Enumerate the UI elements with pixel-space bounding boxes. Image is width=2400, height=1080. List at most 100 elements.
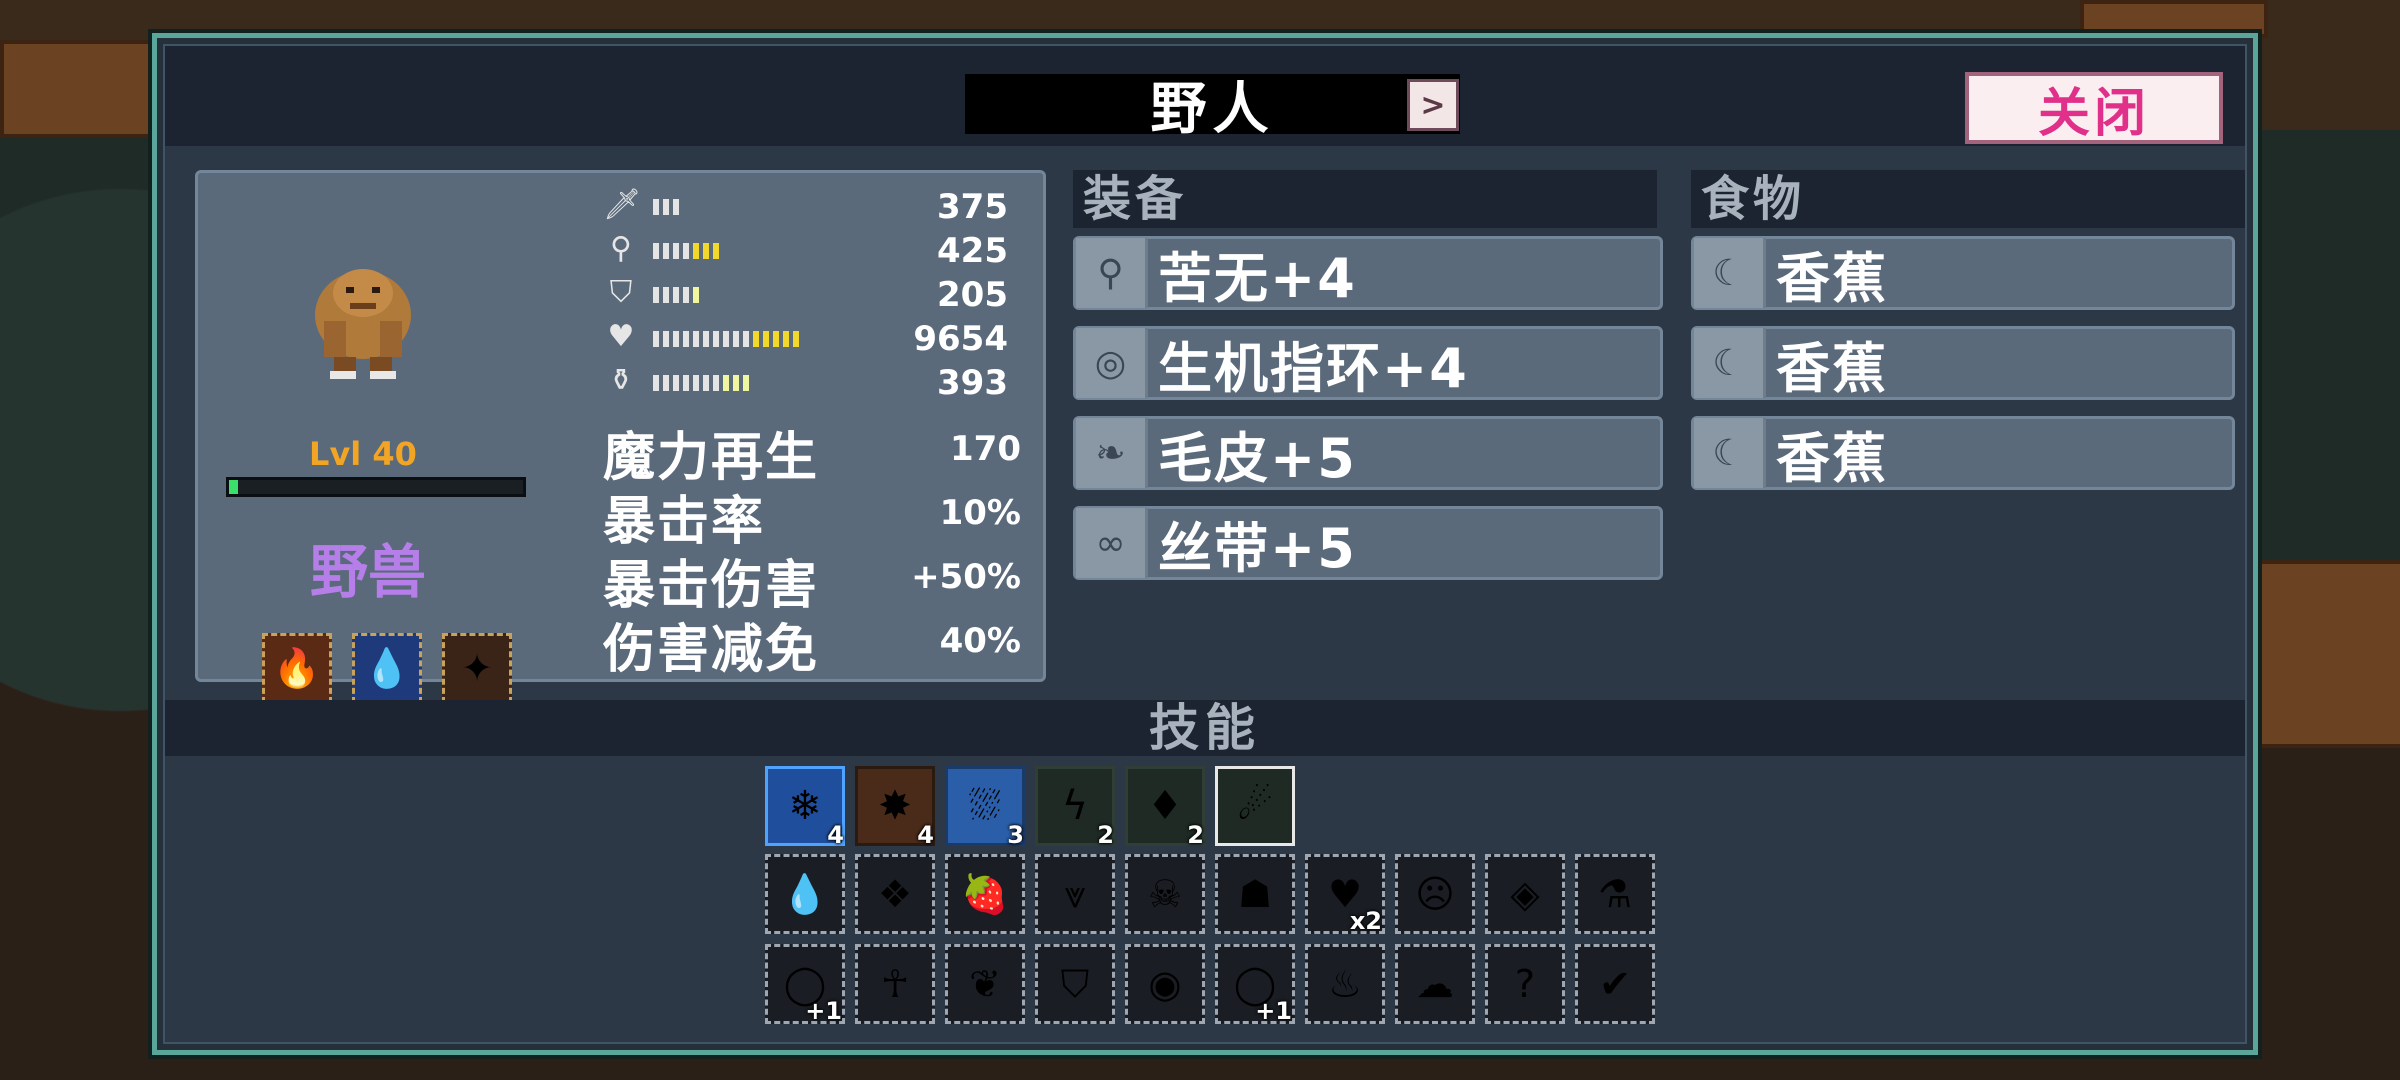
savage-portrait-icon xyxy=(315,269,411,379)
stat-bar-segment xyxy=(663,243,669,259)
fire-heart-icon[interactable]: ♨ xyxy=(1305,944,1385,1024)
banana-icon: ☾ xyxy=(1694,328,1766,398)
ice-shards-icon[interactable]: ❖ xyxy=(855,854,935,934)
panel-body: < 野人 > 关闭 Lvl 40 野兽 🔥💧✦ xyxy=(163,44,2247,1044)
green-vortex-icon[interactable]: ◉ xyxy=(1125,944,1205,1024)
stat-bar-segment xyxy=(653,287,659,303)
stat-bar-segment xyxy=(793,331,799,347)
secondary-stat-value: 170 xyxy=(950,429,1021,469)
stat-value: 205 xyxy=(937,275,1008,315)
water-drop-icon[interactable]: 💧 xyxy=(765,854,845,934)
green-heart-icon[interactable]: ♥ x2 xyxy=(1305,854,1385,935)
xp-bar-fill xyxy=(229,480,238,494)
equipment-slot[interactable]: ⚲ 苦无+4 xyxy=(1073,236,1663,310)
stat-bar-segment xyxy=(683,375,689,391)
stat-bar-segment xyxy=(723,331,729,347)
character-panel: < 野人 > 关闭 Lvl 40 野兽 🔥💧✦ xyxy=(152,33,2258,1055)
stat-value: 425 xyxy=(937,231,1008,271)
food-slot[interactable]: ☾ 香蕉 xyxy=(1691,416,2235,490)
banana-icon: ☾ xyxy=(1694,238,1766,308)
equipment-label: 丝带+5 xyxy=(1158,516,1357,580)
equipment-slot[interactable]: ∞ 丝带+5 xyxy=(1073,506,1663,580)
strawberry-icon[interactable]: 🍓 xyxy=(945,854,1025,934)
stat-bar-segment xyxy=(663,331,669,347)
stat-bar-segment xyxy=(653,243,659,259)
skill-level: 3 xyxy=(1007,821,1024,849)
stat-bar-segment xyxy=(673,375,679,391)
food-slot[interactable]: ☾ 香蕉 xyxy=(1691,326,2235,400)
stat-bars xyxy=(653,287,699,303)
skill-level: 4 xyxy=(827,821,844,849)
gold-flask-icon[interactable]: ⚗ xyxy=(1575,854,1655,934)
stat-bar-segment xyxy=(673,243,679,259)
character-card: Lvl 40 野兽 🔥 💧 ✦ 🗡 375 ⚲ 425 ⛉ 205 ♥ 9654 ⚱ 393 魔力再生… xyxy=(195,170,1046,703)
burst-icon[interactable]: ✸ 4 xyxy=(855,766,935,849)
skill-level: 4 xyxy=(917,821,934,849)
gold-sparkle-icon[interactable]: ✦ xyxy=(442,633,512,703)
green-ring-icon[interactable]: ◯ +1 xyxy=(1215,944,1295,1025)
frost-pillar-icon[interactable]: ⛆ 3 xyxy=(945,766,1025,849)
stat-bar-segment xyxy=(733,331,739,347)
mystery-box-icon[interactable]: ? xyxy=(1485,944,1565,1024)
stat-bar-segment xyxy=(663,375,669,391)
demon-mask-icon[interactable]: ☗ xyxy=(1215,854,1295,934)
equipment-label: 毛皮+5 xyxy=(1158,426,1357,490)
stat-bar-segment xyxy=(683,243,689,259)
skull-icon[interactable]: ☠ xyxy=(1125,854,1205,934)
poison-crystal-icon[interactable]: ♦ 2 xyxy=(1125,766,1205,849)
shield-icon: ⛉ xyxy=(609,275,633,310)
food-label: 香蕉 xyxy=(1776,246,1888,310)
lightning-icon[interactable]: ϟ2 xyxy=(1035,766,1115,849)
banana-icon: ☾ xyxy=(1694,418,1766,488)
stat-bar-segment xyxy=(733,375,739,391)
equipment-slot[interactable]: ❧ 毛皮+5 xyxy=(1073,416,1663,490)
angry-face-icon[interactable]: ☹ xyxy=(1395,854,1475,934)
fireball-icon[interactable]: ☄ xyxy=(1215,766,1295,846)
passive-count: +1 xyxy=(1255,997,1292,1025)
secondary-stat-value: +50% xyxy=(911,557,1021,597)
green-ankh-icon[interactable]: ☥ xyxy=(855,944,935,1024)
stat-bar-segment xyxy=(693,375,699,391)
stat-bar-segment xyxy=(783,331,789,347)
stat-value: 9654 xyxy=(913,319,1008,359)
stat-bars xyxy=(653,243,719,259)
stat-bar-segment xyxy=(713,331,719,347)
fire-ice-icon[interactable]: 💧 xyxy=(352,633,422,703)
equipment-slot[interactable]: ◎ 生机指环+4 xyxy=(1073,326,1663,400)
stat-bar-segment xyxy=(763,331,769,347)
background-brick xyxy=(0,40,158,138)
fire-arrow-icon[interactable]: 🔥 xyxy=(262,633,332,703)
stat-bar-segment xyxy=(773,331,779,347)
ribbon-icon: ∞ xyxy=(1076,508,1148,578)
food-slot[interactable]: ☾ 香蕉 xyxy=(1691,236,2235,310)
stat-bar-segment xyxy=(663,199,669,215)
stat-bar-segment xyxy=(713,243,719,259)
next-character-button[interactable]: > xyxy=(1407,79,1459,131)
stat-bar-segment xyxy=(693,243,699,259)
red-hearts-icon[interactable]: ❦ xyxy=(945,944,1025,1024)
food-label: 香蕉 xyxy=(1776,426,1888,490)
staff-icon: ⚲ xyxy=(610,231,632,266)
close-button[interactable]: 关闭 xyxy=(1965,72,2223,144)
food-header: 食物 xyxy=(1691,170,2245,228)
ice-orb-icon[interactable]: ❄ 4 xyxy=(765,766,845,849)
xp-bar xyxy=(226,477,526,497)
stat-bar-segment xyxy=(743,331,749,347)
stat-bar-segment xyxy=(653,375,659,391)
equipment-header: 装备 xyxy=(1073,170,1657,228)
stat-bars xyxy=(653,331,799,347)
stat-bar-segment xyxy=(673,331,679,347)
stat-value: 393 xyxy=(937,363,1008,403)
arrow-check-icon[interactable]: ✔ xyxy=(1575,944,1655,1024)
heart-diamond-icon[interactable]: ◈ xyxy=(1485,854,1565,934)
ghost-cloud-icon[interactable]: ☁ xyxy=(1395,944,1475,1024)
ring-icon: ◎ xyxy=(1076,328,1148,398)
purple-shield-icon[interactable]: ⛉ xyxy=(1035,944,1115,1024)
icicles-icon[interactable]: ⩔ xyxy=(1035,854,1115,934)
stat-value: 375 xyxy=(937,187,1008,227)
gold-ring-icon[interactable]: ◯ +1 xyxy=(765,944,845,1025)
potion-icon: ⚱ xyxy=(608,363,634,398)
skills-header: 技能 xyxy=(1149,699,1261,757)
character-name: 野人 xyxy=(1150,76,1275,142)
secondary-stat-value: 40% xyxy=(939,621,1021,661)
